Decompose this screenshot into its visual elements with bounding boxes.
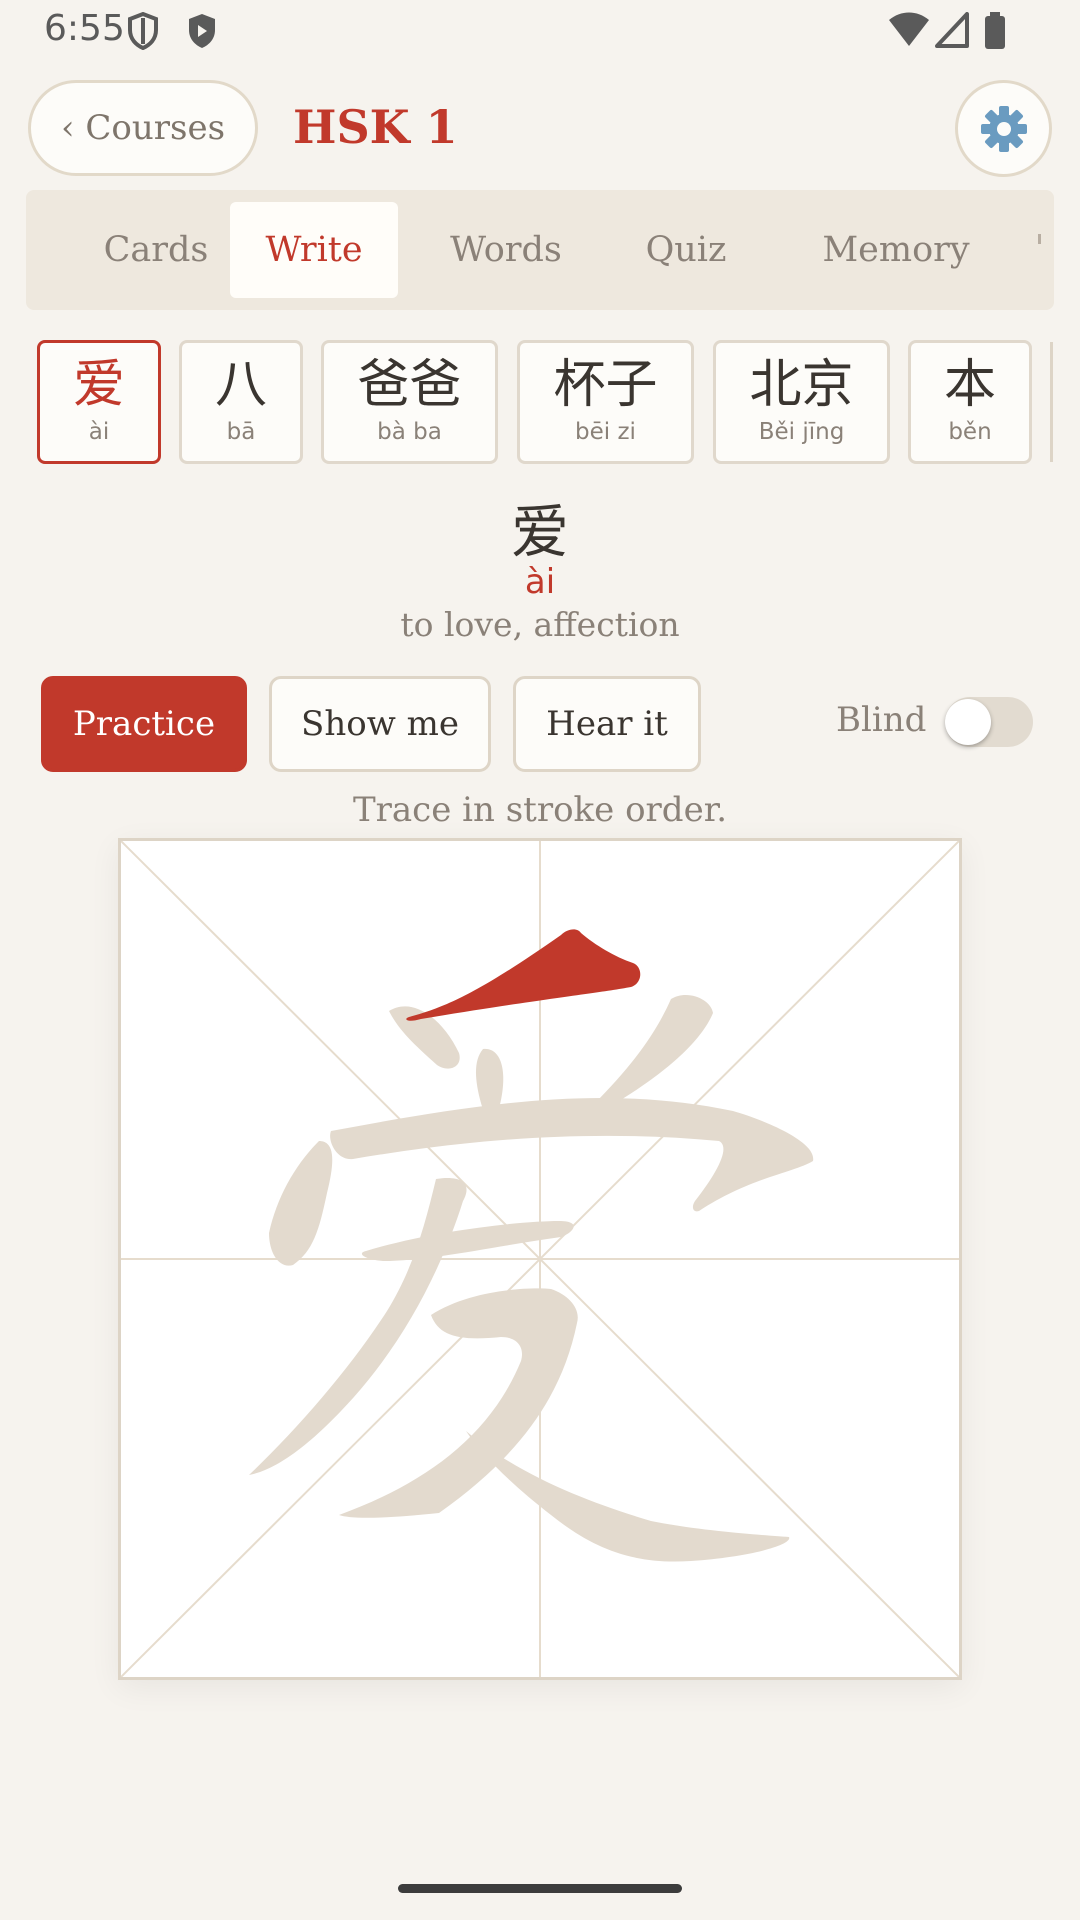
word-chip-ben[interactable]: 本 běn (908, 340, 1032, 464)
wifi-icon (889, 12, 929, 46)
blind-toggle[interactable] (945, 697, 1033, 747)
chip-hanzi: 爸爸 (357, 355, 462, 415)
chip-hanzi: 爱 (72, 355, 125, 415)
chip-hanzi: 杯子 (553, 355, 658, 415)
ghost-strokes (249, 994, 814, 1562)
gear-icon (980, 105, 1027, 152)
chip-pinyin: ài (88, 419, 110, 445)
current-pinyin: ài (524, 562, 556, 602)
status-bar: 6:55 (0, 0, 1080, 62)
blind-toggle-knob (945, 699, 991, 745)
page-title: HSK 1 (293, 100, 458, 154)
blind-label: Blind (836, 700, 927, 740)
word-chip-beijing[interactable]: 北京 Běi jīng (713, 340, 890, 464)
signal-icon (935, 12, 969, 48)
settings-button[interactable] (955, 80, 1052, 177)
chip-pinyin: Běi jīng (758, 419, 845, 445)
hear-it-button[interactable]: Hear it (513, 676, 701, 772)
chip-pinyin: bēi zi (575, 419, 636, 445)
word-chip-ai[interactable]: 爱 ài (37, 340, 161, 464)
battery-icon (985, 12, 1005, 49)
word-chip-beizi[interactable]: 杯子 bēi zi (517, 340, 694, 464)
tab-words[interactable]: Words (426, 202, 586, 298)
current-definition: to love, affection (400, 605, 680, 644)
chip-hanzi: 本 (943, 355, 996, 415)
status-time: 6:55 (44, 8, 125, 49)
show-me-button[interactable]: Show me (269, 676, 491, 772)
tab-write[interactable]: Write (230, 202, 398, 298)
word-chip-ba[interactable]: 八 bā (179, 340, 303, 464)
back-button-label: ‹ Courses (60, 108, 226, 148)
home-indicator[interactable] (398, 1884, 682, 1893)
instruction-hint: Trace in stroke order. (352, 790, 728, 830)
active-stroke (406, 929, 641, 1021)
back-to-courses-button[interactable]: ‹ Courses (28, 80, 258, 176)
chip-hanzi: 八 (214, 355, 267, 415)
current-hanzi: 爱 (510, 498, 569, 566)
shield-icon (189, 14, 215, 48)
chip-pinyin: běn (948, 419, 992, 445)
mode-tabs: Cards Write Words Quiz Memory (26, 190, 1054, 310)
chip-hanzi: 北京 (749, 355, 854, 415)
tabs-overflow-hint (1038, 234, 1041, 244)
shield-outline-icon (128, 12, 158, 50)
tab-quiz[interactable]: Quiz (616, 202, 756, 298)
tab-memory[interactable]: Memory (796, 202, 996, 298)
chip-pinyin: bā (226, 419, 256, 445)
writing-canvas[interactable] (118, 838, 962, 1680)
tab-cards[interactable]: Cards (66, 202, 246, 298)
practice-button[interactable]: Practice (41, 676, 247, 772)
chip-pinyin: bà ba (377, 419, 442, 445)
word-chip-baba[interactable]: 爸爸 bà ba (321, 340, 498, 464)
character-grid (121, 841, 959, 1677)
chip-overflow-edge (1050, 342, 1053, 462)
